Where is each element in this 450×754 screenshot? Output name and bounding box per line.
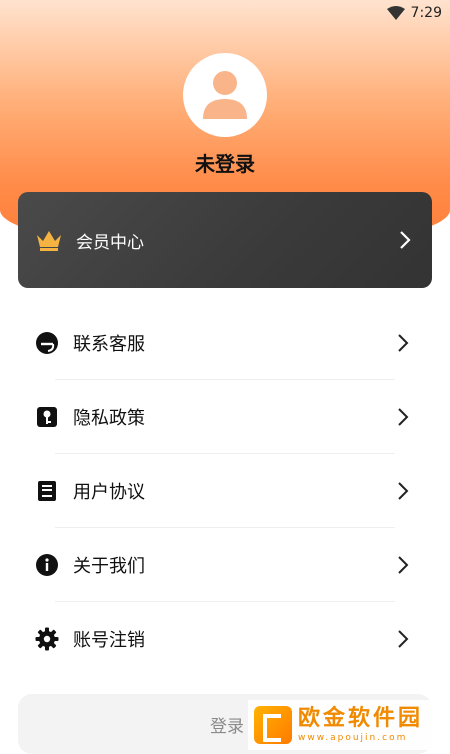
headset-icon <box>35 331 59 355</box>
crown-icon <box>37 231 61 251</box>
menu-item-user-agreement[interactable]: 用户协议 <box>0 454 450 527</box>
menu-item-label: 隐私政策 <box>73 407 145 429</box>
menu-item-customer-service[interactable]: 联系客服 <box>0 306 450 379</box>
chevron-right-icon <box>398 407 409 426</box>
info-icon <box>35 553 59 577</box>
menu-item-privacy-policy[interactable]: 隐私政策 <box>0 380 450 453</box>
login-status-text[interactable]: 未登录 <box>0 148 450 177</box>
login-button-label: 登录 <box>210 716 244 737</box>
vip-center-card[interactable]: 会员中心 <box>18 192 432 288</box>
user-avatar-icon <box>203 71 247 119</box>
agreement-book-icon <box>35 479 59 503</box>
status-bar: 7:29 <box>0 0 450 26</box>
gear-icon <box>35 627 59 651</box>
settings-menu: 联系客服 隐私政策 用户协议 关于我们 账号注销 <box>0 306 450 675</box>
watermark-logo-icon <box>254 706 292 744</box>
chevron-right-icon <box>398 555 409 574</box>
wifi-icon <box>386 6 405 20</box>
watermark-url: www.apoujin.com <box>298 733 408 743</box>
chevron-right-icon <box>398 481 409 500</box>
menu-item-account-cancel[interactable]: 账号注销 <box>0 602 450 675</box>
privacy-lock-icon <box>35 405 59 429</box>
vip-center-label: 会员中心 <box>76 232 144 253</box>
menu-item-label: 关于我们 <box>73 555 145 577</box>
avatar[interactable] <box>183 53 267 137</box>
menu-item-label: 账号注销 <box>73 629 145 651</box>
chevron-right-icon <box>398 629 409 648</box>
menu-item-label: 联系客服 <box>73 333 145 355</box>
menu-item-label: 用户协议 <box>73 481 145 503</box>
menu-item-about-us[interactable]: 关于我们 <box>0 528 450 601</box>
chevron-right-icon <box>400 231 411 249</box>
watermark: 欧金软件园 www.apoujin.com <box>248 700 450 750</box>
status-time: 7:29 <box>410 5 442 21</box>
watermark-text: 欧金软件园 <box>298 706 424 731</box>
chevron-right-icon <box>398 333 409 352</box>
